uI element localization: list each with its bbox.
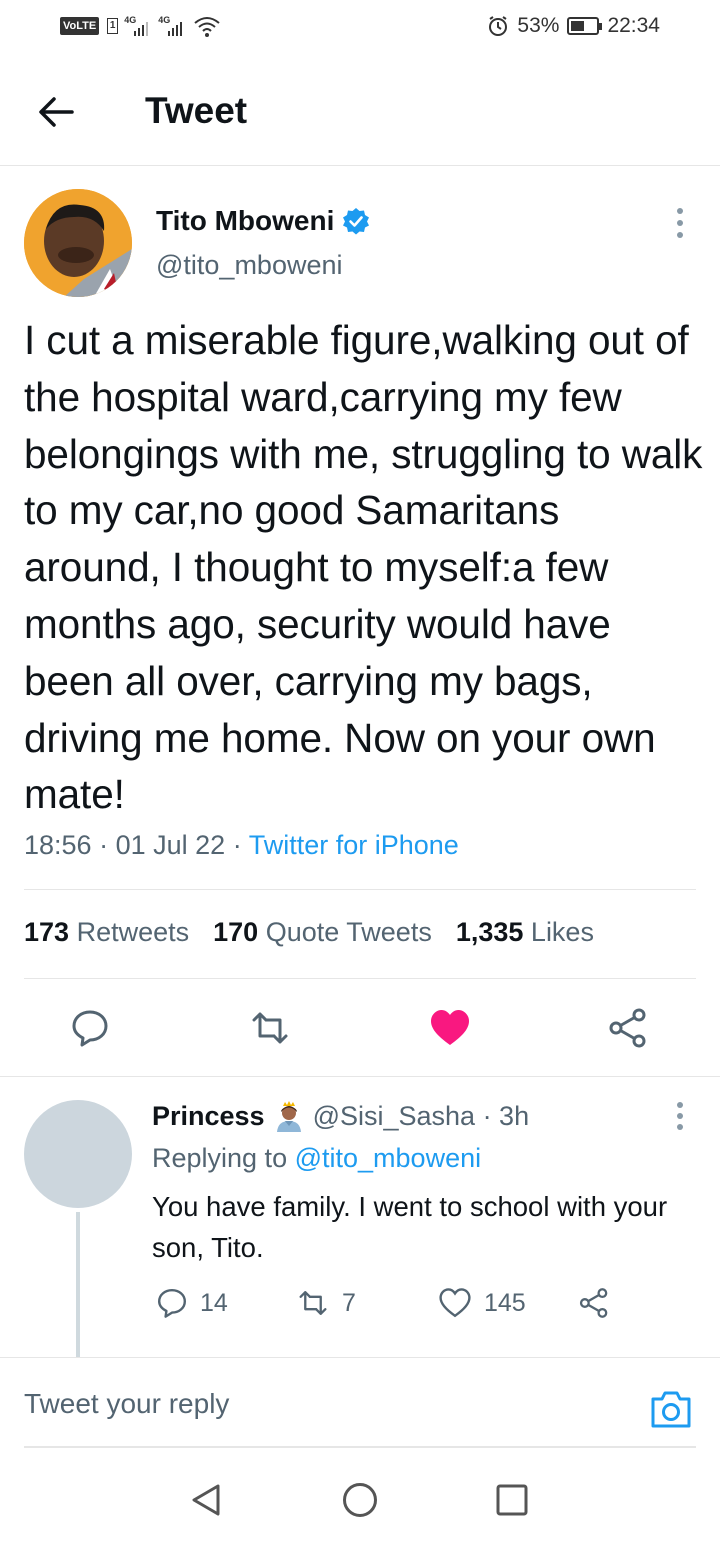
section-divider: [0, 1076, 720, 1077]
volte-badge: VoLTE: [60, 17, 100, 35]
retweets-stat[interactable]: 173 Retweets: [24, 917, 189, 948]
arrow-left-icon: [39, 97, 74, 127]
tweet-date: 01 Jul 22: [115, 830, 226, 860]
battery-icon: [567, 17, 603, 35]
quote-tweets-stat[interactable]: 170 Quote Tweets: [213, 917, 432, 948]
composer-underline: [24, 1446, 696, 1448]
reply-like-button[interactable]: 145: [438, 1283, 526, 1323]
app-header: Tweet: [0, 56, 720, 166]
reply-input[interactable]: Tweet your reply: [24, 1388, 229, 1420]
reply-composer: Tweet your reply: [0, 1358, 720, 1448]
triangle-back-icon: [192, 1484, 220, 1516]
like-button[interactable]: [428, 1006, 472, 1050]
share-icon: [579, 1288, 608, 1318]
tweet-actions: [0, 1000, 720, 1060]
retweets-label: Retweets: [76, 917, 190, 947]
battery-percent: 53%: [517, 14, 560, 37]
reply-handle-time[interactable]: @Sisi_Sasha · 3h: [313, 1101, 530, 1132]
likes-count: 1,335: [455, 917, 524, 947]
tweet-meta: 18:56 · 01 Jul 22 · Twitter for iPhone: [24, 830, 459, 861]
share-button[interactable]: [606, 1006, 650, 1050]
reply-reply-button[interactable]: 14: [156, 1283, 228, 1323]
divider: [24, 889, 696, 890]
status-right: 53% 22:34: [487, 14, 660, 38]
alarm-icon: [489, 16, 508, 36]
signal-icon: 4G: [124, 15, 152, 37]
retweet-icon: [299, 1291, 327, 1315]
square-recents-icon: [496, 1484, 528, 1516]
retweet-button[interactable]: [248, 1006, 292, 1050]
reply-more-options-icon[interactable]: [674, 1102, 686, 1130]
author-name[interactable]: Tito Mboweni: [156, 205, 370, 237]
avatar-photo: [24, 189, 132, 297]
reply-retweet-button[interactable]: 7: [296, 1283, 356, 1323]
wifi-icon: [194, 17, 220, 37]
divider: [24, 978, 696, 979]
reply-share-button[interactable]: [578, 1283, 610, 1323]
meta-separator: ·: [99, 830, 109, 860]
nav-recents-button[interactable]: [492, 1480, 532, 1520]
reply-actions: 14 7 145: [152, 1283, 692, 1327]
quote-tweets-label: Quote Tweets: [265, 917, 432, 947]
princess-emoji-icon: [276, 1101, 301, 1132]
heart-filled-icon: [431, 1010, 469, 1045]
signal-icon-2: 4G: [158, 15, 186, 37]
reply-icon: [72, 1010, 108, 1047]
status-left: VoLTE 1 4G 4G: [60, 14, 222, 38]
nav-back-button[interactable]: [186, 1480, 226, 1520]
clock: 22:34: [607, 14, 660, 37]
tweet-source-link[interactable]: Twitter for iPhone: [249, 830, 459, 860]
tweet-stats: 173 Retweets 170 Quote Tweets 1,335 Like…: [24, 917, 594, 948]
author-avatar[interactable]: [24, 189, 132, 297]
share-icon: [609, 1008, 646, 1048]
replying-to: Replying to @tito_mboweni: [152, 1143, 481, 1174]
replying-to-link[interactable]: @tito_mboweni: [295, 1143, 482, 1173]
reply-header: Princess @Sisi_Sasha · 3h: [152, 1100, 529, 1132]
reply-icon: [158, 1289, 186, 1318]
sim-number: 1: [107, 18, 119, 34]
more-options-icon[interactable]: [674, 208, 686, 238]
likes-label: Likes: [530, 917, 594, 947]
camera-button[interactable]: [648, 1386, 694, 1432]
camera-icon: [651, 1391, 691, 1428]
reply-avatar[interactable]: [24, 1100, 132, 1208]
thread-line: [76, 1212, 80, 1358]
tweet-text: I cut a miserable figure,walking out of …: [24, 317, 703, 818]
retweets-count: 173: [24, 917, 70, 947]
reply-reply-count: 14: [200, 1288, 228, 1317]
reply-button[interactable]: [68, 1006, 112, 1050]
circle-home-icon: [343, 1483, 377, 1517]
reply-like-count: 145: [484, 1288, 526, 1317]
meta-separator-2: ·: [232, 830, 242, 860]
retweet-icon: [252, 1012, 288, 1044]
author-name-text: Tito Mboweni: [156, 205, 335, 236]
verified-badge-icon: [343, 208, 370, 235]
author-handle[interactable]: @tito_mboweni: [156, 250, 343, 281]
page-title: Tweet: [145, 90, 248, 131]
heart-outline-icon: [439, 1288, 471, 1318]
reply-author-name[interactable]: Princess: [152, 1101, 265, 1132]
system-nav-bar: [0, 1460, 720, 1541]
reply-retweet-count: 7: [342, 1288, 356, 1317]
back-button[interactable]: [36, 92, 76, 132]
reply-text: You have family. I went to school with y…: [152, 1191, 668, 1263]
nav-home-button[interactable]: [340, 1480, 380, 1520]
likes-stat[interactable]: 1,335 Likes: [456, 917, 594, 948]
tweet-time: 18:56: [24, 830, 92, 860]
quote-tweets-count: 170: [213, 917, 259, 947]
status-bar: VoLTE 1 4G 4G 53% 22:34: [0, 0, 720, 56]
replying-prefix: Replying to: [152, 1143, 288, 1173]
